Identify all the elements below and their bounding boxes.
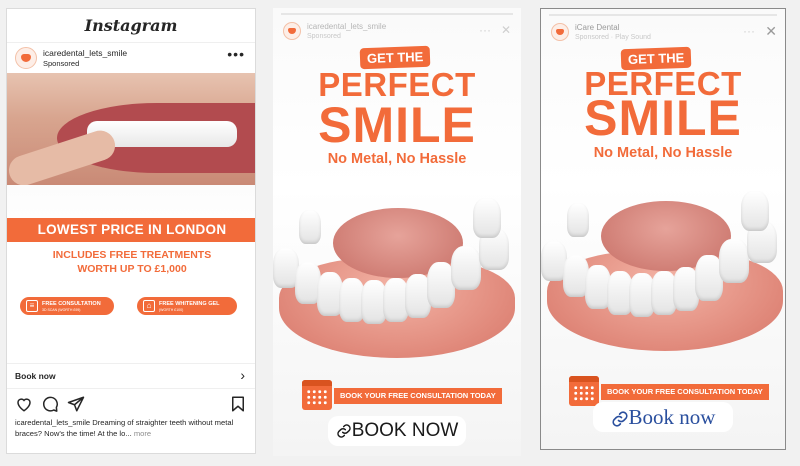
badge-title: FREE WHITENING GEL [159, 301, 220, 307]
story-preview-2: iCare Dental Sponsored · Play Sound ··· … [540, 8, 786, 450]
book-now-label: Book now [628, 405, 716, 429]
free-whitening-badge: ⌂ FREE WHITENING GEL (WORTH £100) [137, 297, 237, 315]
comment-icon[interactable] [41, 395, 59, 413]
book-now-label: BOOK NOW [351, 420, 459, 441]
subheadline: No Metal, No Hassle [593, 145, 733, 161]
avatar[interactable] [15, 47, 37, 69]
close-icon[interactable]: ✕ [501, 24, 511, 36]
treatments-text: INCLUDES FREE TREATMENTS WORTH UP TO £1,… [27, 248, 237, 276]
more-options-icon[interactable]: ••• [227, 47, 245, 61]
link-icon [612, 411, 628, 427]
price-banner: LOWEST PRICE IN LONDON [7, 218, 255, 242]
calendar-icon [569, 376, 599, 406]
story-progress-bar [281, 13, 513, 15]
post-handle[interactable]: icaredental_lets_smile [43, 48, 127, 58]
story-handle: iCare Dental [575, 23, 620, 32]
treatments-line-1: INCLUDES FREE TREATMENTS [52, 249, 212, 261]
sponsored-label: Sponsored [307, 33, 341, 40]
close-icon[interactable]: ✕ [765, 24, 777, 38]
instagram-feed-preview: Instagram icaredental_lets_smile Sponsor… [6, 8, 256, 454]
more-options-icon[interactable]: ··· [743, 25, 755, 37]
post-actions [7, 389, 255, 417]
book-now-button[interactable]: Book now [593, 402, 733, 432]
post-caption: icaredental_lets_smile Dreaming of strai… [7, 417, 255, 439]
bookmark-icon[interactable] [229, 395, 247, 413]
badge-subtitle: (WORTH £100) [159, 308, 184, 312]
tooth-icon: ⌂ [143, 300, 155, 312]
chat-icon: ≡ [26, 300, 38, 312]
post-header: icaredental_lets_smile Sponsored ••• [7, 43, 255, 73]
share-icon[interactable] [67, 395, 85, 413]
link-icon [337, 424, 351, 438]
headline-smile: SMILE [584, 90, 742, 146]
consultation-text: BOOK YOUR FREE CONSULTATION TODAY [334, 388, 502, 404]
cta-label: Book now [15, 371, 56, 381]
chevron-right-icon: › [240, 367, 245, 383]
heart-icon[interactable] [15, 395, 33, 413]
story-progress-bar [549, 14, 777, 16]
consultation-banner: BOOK YOUR FREE CONSULTATION TODAY [302, 380, 502, 410]
badge-subtitle: 3D SCAN (WORTH £95) [42, 308, 81, 312]
instagram-logo: Instagram [7, 9, 255, 43]
free-consultation-badge: ≡ FREE CONSULTATION 3D SCAN (WORTH £95) [20, 297, 114, 315]
avatar [283, 22, 301, 40]
sponsored-label: Sponsored · Play Sound [575, 34, 651, 41]
ad-preview-stage: Instagram icaredental_lets_smile Sponsor… [0, 0, 800, 466]
ad-creative: LOWEST PRICE IN LONDON INCLUDES FREE TRE… [7, 73, 255, 363]
more-link[interactable]: more [134, 429, 151, 438]
consultation-text: BOOK YOUR FREE CONSULTATION TODAY [601, 384, 769, 400]
teeth-model-image [273, 198, 521, 358]
headline-smile: SMILE [318, 97, 476, 153]
book-now-button[interactable]: BOOK NOW [328, 416, 466, 446]
calendar-icon [302, 380, 332, 410]
badge-title: FREE CONSULTATION [42, 301, 101, 307]
more-options-icon[interactable]: ··· [479, 24, 491, 36]
aligner-photo [7, 73, 255, 185]
story-handle: icaredental_lets_smile [307, 22, 387, 31]
story-preview-1: icaredental_lets_smile Sponsored ··· ✕ G… [273, 8, 521, 456]
caption-handle[interactable]: icaredental_lets_smile [15, 418, 90, 427]
avatar [551, 23, 569, 41]
book-now-cta[interactable]: Book now › [7, 363, 255, 389]
treatments-line-2: WORTH UP TO £1,000 [77, 263, 187, 275]
sponsored-label: Sponsored [43, 59, 80, 68]
subheadline: No Metal, No Hassle [327, 151, 467, 167]
teeth-model-image [541, 191, 785, 351]
